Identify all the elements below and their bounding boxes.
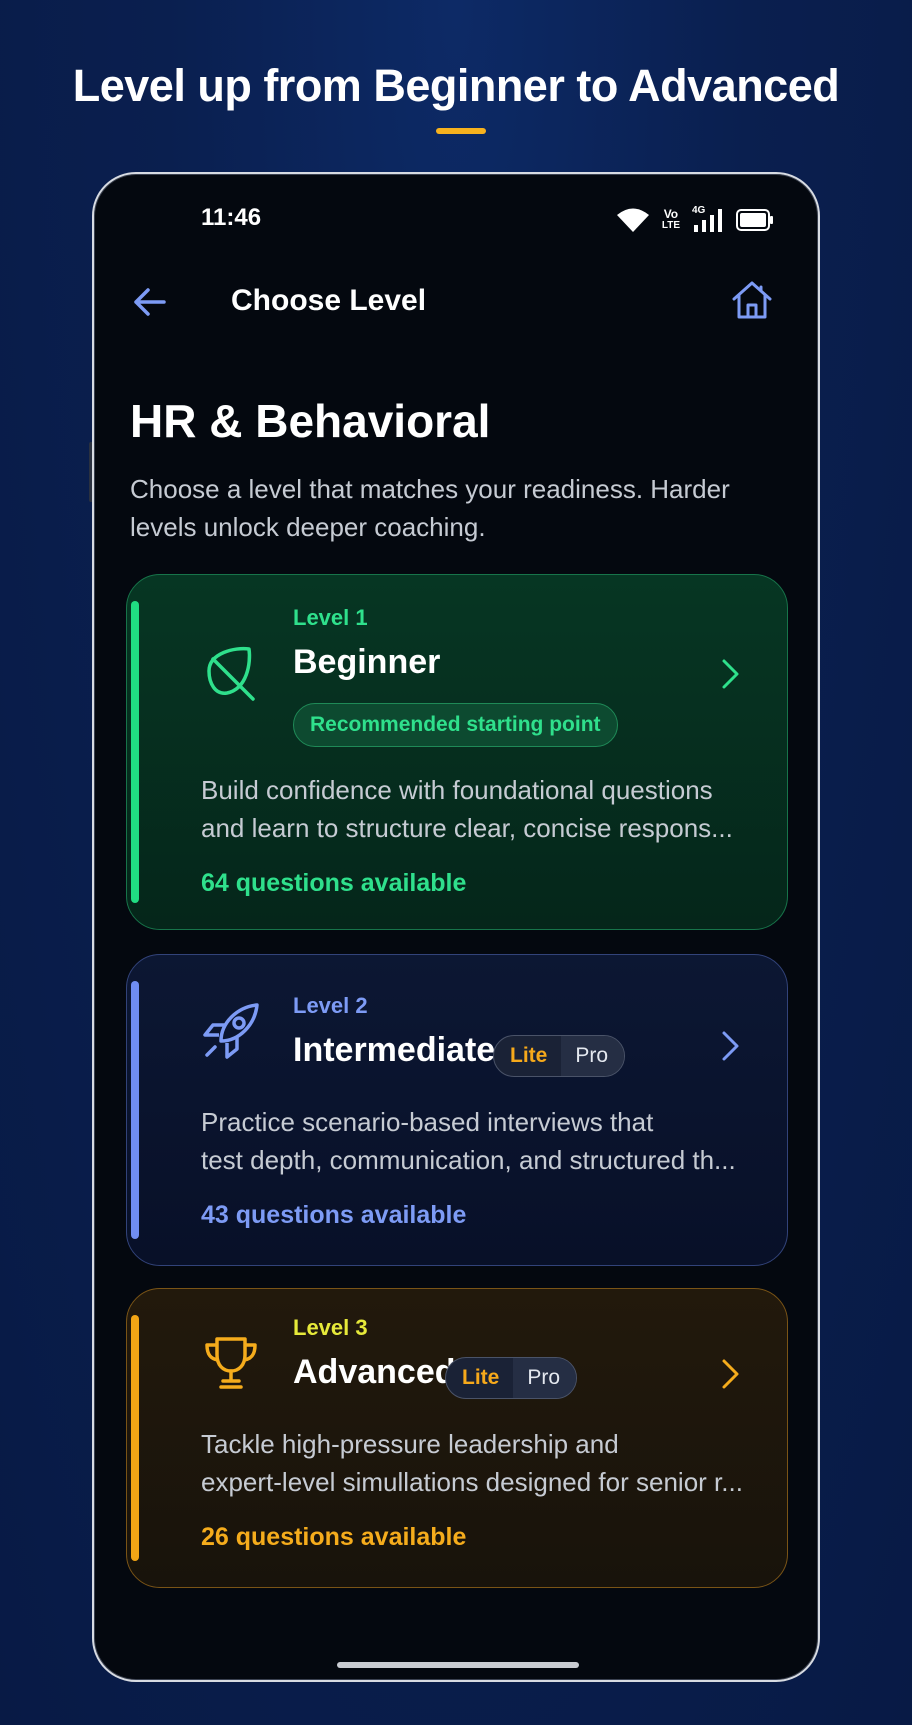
level-label: Level 3 [293,1315,368,1340]
battery-icon [736,209,773,231]
chevron-right-icon[interactable] [719,1357,743,1391]
level-label: Level 1 [293,605,368,630]
level-description: Tackle high-pressure leadership and expe… [201,1425,771,1501]
tier-badge: Lite Pro [445,1357,578,1399]
level-description: Build confidence with foundational quest… [201,771,771,847]
volte-icon: Vo LTE [662,208,680,232]
rocket-icon [203,1003,259,1059]
home-icon[interactable] [730,278,774,322]
question-count: 64 questions available [201,869,467,897]
status-bar: 11:46 Vo LTE 4G [94,202,818,242]
card-accent-bar [131,1315,139,1561]
recommended-badge: Recommended starting point [293,703,618,747]
tier-pro: Pro [513,1358,577,1398]
level-name: Intermediate [293,1031,496,1069]
leaf-icon [207,646,255,701]
level-description-line-1: Tackle high-pressure leadership and [201,1429,619,1459]
phone-frame: 11:46 Vo LTE 4G Choose Level HR & Behavi… [92,172,820,1682]
level-description-line-1: Practice scenario-based interviews that [201,1107,654,1137]
status-time: 11:46 [201,204,262,231]
card-accent-bar [131,601,139,903]
arrow-left-icon[interactable] [130,282,170,322]
headline-underline [436,128,486,134]
promo-headline: Level up from Beginner to Advanced [72,60,840,111]
top-nav: Choose Level [94,274,818,334]
question-count: 43 questions available [201,1201,467,1229]
level-name: Beginner [293,643,441,681]
level-card-intermediate[interactable]: Level 2 Intermediate Lite Pro Practice s… [126,954,788,1266]
level-label: Level 2 [293,993,368,1018]
level-description-line-2: expert-level simullations designed for s… [201,1467,743,1497]
level-description-line-2: and learn to structure clear, concise re… [201,813,733,843]
level-card-beginner[interactable]: Level 1 Beginner Recommended starting po… [126,574,788,930]
trophy-icon [205,1337,257,1389]
level-name: Advanced [293,1353,456,1391]
card-accent-bar [131,981,139,1239]
page-subtitle: Choose a level that matches your readine… [130,474,730,542]
tier-pro: Pro [561,1036,625,1076]
level-description-line-1: Build confidence with foundational quest… [201,775,713,805]
chevron-right-icon[interactable] [719,657,743,691]
volte-bottom-text: LTE [661,220,680,231]
level-card-advanced[interactable]: Level 3 Advanced Lite Pro Tackle high-pr… [126,1288,788,1588]
question-count: 26 questions available [201,1523,467,1551]
signal-4g-icon: 4G [692,205,724,233]
home-indicator[interactable] [337,1662,579,1668]
chevron-right-icon[interactable] [719,1029,743,1063]
tier-badge: Lite Pro [493,1035,626,1077]
tier-lite: Lite [462,1366,500,1389]
level-description: Practice scenario-based interviews that … [201,1103,771,1179]
volte-top-text: Vo [663,207,679,221]
level-description-line-2: test depth, communication, and structure… [201,1145,736,1175]
page-title: HR & Behavioral [130,395,491,447]
nav-title: Choose Level [231,284,427,317]
status-icons: Vo LTE 4G [616,205,774,234]
tier-lite: Lite [510,1044,548,1067]
wifi-icon [616,208,649,232]
